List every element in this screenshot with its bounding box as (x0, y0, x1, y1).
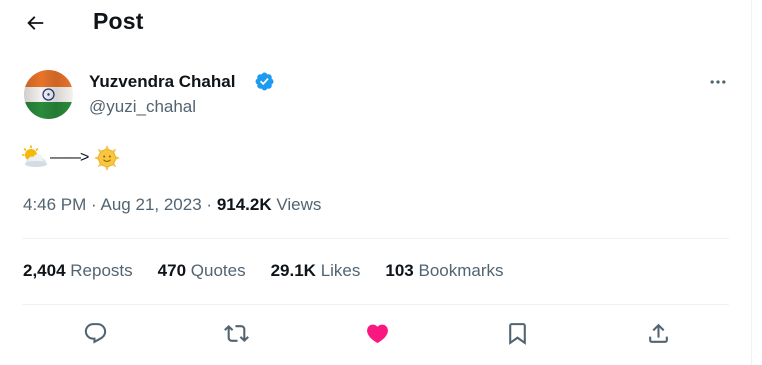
repost-icon (223, 324, 249, 342)
bookmarks-stat[interactable]: 103 Bookmarks (385, 261, 503, 281)
likes-count: 29.1K (270, 261, 316, 280)
meta-separator: · (91, 195, 97, 214)
bookmark-button[interactable] (502, 318, 532, 348)
back-button[interactable] (18, 6, 52, 40)
share-button[interactable] (643, 318, 673, 348)
author-name[interactable]: Yuzvendra Chahal (89, 72, 235, 92)
column-border (751, 0, 752, 365)
verified-badge-icon[interactable] (254, 71, 275, 92)
more-options-button[interactable] (700, 66, 736, 98)
quotes-count: 470 (157, 261, 187, 280)
quotes-stat[interactable]: 470 Quotes (158, 261, 246, 281)
reposts-label: Reposts (70, 261, 133, 280)
avatar[interactable] (24, 70, 73, 119)
likes-stat[interactable]: 29.1K Likes (271, 261, 361, 281)
arrow-left-icon (27, 16, 44, 30)
divider (22, 304, 729, 305)
post-date[interactable]: Aug 21, 2023 (101, 195, 202, 214)
tweet-text: ——> (22, 143, 121, 173)
reply-button[interactable] (80, 318, 110, 348)
tweet-arrow-text: ——> (50, 149, 89, 166)
sun-behind-cloud-emoji (22, 145, 47, 167)
divider (22, 238, 729, 239)
quotes-label: Quotes (190, 261, 246, 280)
bookmark-icon (508, 322, 526, 345)
post-header: Post (0, 0, 751, 46)
repost-button[interactable] (221, 318, 251, 348)
more-horizontal-icon (710, 80, 726, 84)
like-button[interactable] (362, 318, 392, 348)
action-bar (0, 318, 751, 348)
sun-with-face-emoji (94, 145, 121, 171)
tweet-meta: 4:46 PM · Aug 21, 2023 · 914.2K Views (23, 195, 321, 215)
likes-label: Likes (320, 261, 361, 280)
post-time[interactable]: 4:46 PM (23, 195, 86, 214)
page-title: Post (93, 8, 144, 34)
reposts-stat[interactable]: 2,404 Reposts (23, 261, 133, 281)
heart-icon (366, 324, 388, 343)
reposts-count: 2,404 (23, 261, 66, 280)
engagement-stats: 2,404 Reposts 470 Quotes 29.1K Likes 103… (23, 261, 529, 281)
bookmarks-count: 103 (385, 261, 414, 280)
reply-icon (84, 322, 106, 344)
share-icon (648, 323, 668, 343)
bookmarks-label: Bookmarks (418, 261, 504, 280)
views-label: Views (276, 195, 322, 214)
views-count: 914.2K (216, 195, 272, 214)
author-handle[interactable]: @yuzi_chahal (89, 97, 196, 117)
meta-separator: · (206, 195, 213, 214)
india-flag-avatar-image (24, 70, 73, 119)
